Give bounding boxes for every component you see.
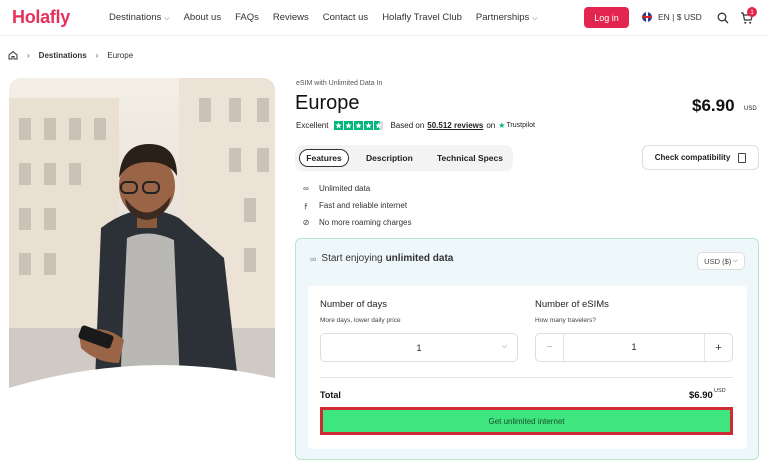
chevron-down-icon: ⌵ (501, 343, 507, 350)
esims-value: 1 (631, 342, 637, 352)
trustpilot-label: Trustpilot (506, 122, 535, 129)
search-icon[interactable] (717, 12, 729, 24)
days-title: Number of days (320, 299, 388, 310)
star-icon (334, 121, 344, 130)
tab-technical-specs[interactable]: Technical Specs (437, 153, 503, 163)
days-select[interactable]: 1 ⌵ (320, 333, 518, 362)
star-icon (364, 121, 374, 130)
feature-item: ϝ Fast and reliable internet (300, 197, 411, 214)
nav-partnerships[interactable]: Partnerships ⌵ (476, 12, 538, 23)
tab-description[interactable]: Description (366, 153, 413, 163)
nav-about-us[interactable]: About us (184, 12, 222, 23)
trustpilot-star-icon: ★ (498, 121, 506, 130)
language-label: EN | $ USD (658, 12, 702, 22)
esims-stepper: − 1 + (535, 333, 733, 362)
decrement-button[interactable]: − (536, 334, 564, 361)
cart-count-badge: 1 (747, 7, 757, 17)
total-currency: USD (714, 388, 726, 394)
total-label: Total (320, 390, 341, 400)
no-roaming-icon: ⊘ (302, 218, 310, 227)
reviews-prefix: Based on (390, 121, 425, 130)
home-icon[interactable] (8, 50, 18, 60)
hero-image (9, 78, 275, 398)
phone-check-icon (738, 152, 747, 163)
login-button[interactable]: Log in (584, 7, 629, 28)
check-compatibility-button[interactable]: Check compatibility (642, 145, 759, 170)
nav-travel-club[interactable]: Holafly Travel Club (382, 12, 462, 23)
plan-card: Number of days More days, lower daily pr… (308, 286, 747, 449)
rating-stars (334, 121, 384, 130)
holafly-logo[interactable]: Holafly (12, 7, 70, 28)
top-header: Holafly Destinations ⌵ About us FAQs Revi… (0, 0, 768, 36)
star-icon (354, 121, 364, 130)
uk-flag-icon (642, 12, 652, 22)
product-tabs: Features Description Technical Specs (295, 145, 513, 171)
chevron-down-icon: ⌵ (164, 15, 170, 22)
feature-list: ∞ Unlimited data ϝ Fast and reliable int… (300, 180, 412, 231)
total-value: $6.90 (689, 390, 713, 401)
trustpilot-rating[interactable]: Excellent Based on 50.512 reviews on ★ T… (296, 121, 535, 130)
lightning-icon: ϝ (304, 201, 308, 210)
panel-heading: ∞ Start enjoying unlimited data (310, 253, 454, 264)
esims-subtitle: How many travelers? (535, 317, 597, 324)
plan-configurator: ∞ Start enjoying unlimited data USD ($) … (295, 238, 759, 460)
product-subtitle: eSIM with Unlimited Data In (296, 80, 383, 87)
infinity-icon: ∞ (303, 184, 309, 193)
feature-item: ∞ Unlimited data (300, 180, 411, 197)
breadcrumb-current: Europe (107, 50, 134, 60)
chevron-down-icon: ⌵ (532, 15, 538, 22)
chevron-down-icon: ⌵ (733, 257, 738, 264)
nav-faqs[interactable]: FAQs (235, 12, 259, 23)
half-star-icon (374, 121, 384, 130)
increment-button[interactable]: + (704, 334, 732, 361)
divider (320, 377, 733, 378)
rating-label: Excellent (296, 121, 329, 130)
chevron-right-icon: › (27, 50, 30, 60)
star-icon (344, 121, 354, 130)
feature-item: ⊘ No more roaming charges (300, 214, 412, 231)
reviews-link[interactable]: 50.512 reviews (427, 121, 483, 130)
chevron-right-icon: › (95, 50, 99, 60)
infinity-icon: ∞ (310, 253, 317, 264)
days-subtitle: More days, lower daily price (320, 317, 401, 324)
main-nav: Destinations ⌵ About us FAQs Reviews Cont… (109, 12, 552, 23)
page-title: Europe (295, 92, 360, 114)
reviews-on: on (486, 121, 496, 130)
nav-contact-us[interactable]: Contact us (323, 12, 368, 23)
product-price: $6.90 (692, 96, 735, 115)
currency-select[interactable]: USD ($) ⌵ (697, 252, 745, 270)
nav-destinations[interactable]: Destinations ⌵ (109, 12, 170, 23)
language-selector[interactable]: EN | $ USD (642, 12, 702, 22)
nav-reviews[interactable]: Reviews (273, 12, 309, 23)
get-unlimited-internet-button[interactable]: Get unlimited internet (320, 407, 733, 435)
price-currency: USD (744, 106, 757, 112)
esims-title: Number of eSIMs (535, 299, 609, 310)
breadcrumb-destinations[interactable]: Destinations (39, 51, 87, 60)
breadcrumb: › Destinations › Europe (8, 50, 133, 60)
tab-features[interactable]: Features (299, 149, 349, 167)
